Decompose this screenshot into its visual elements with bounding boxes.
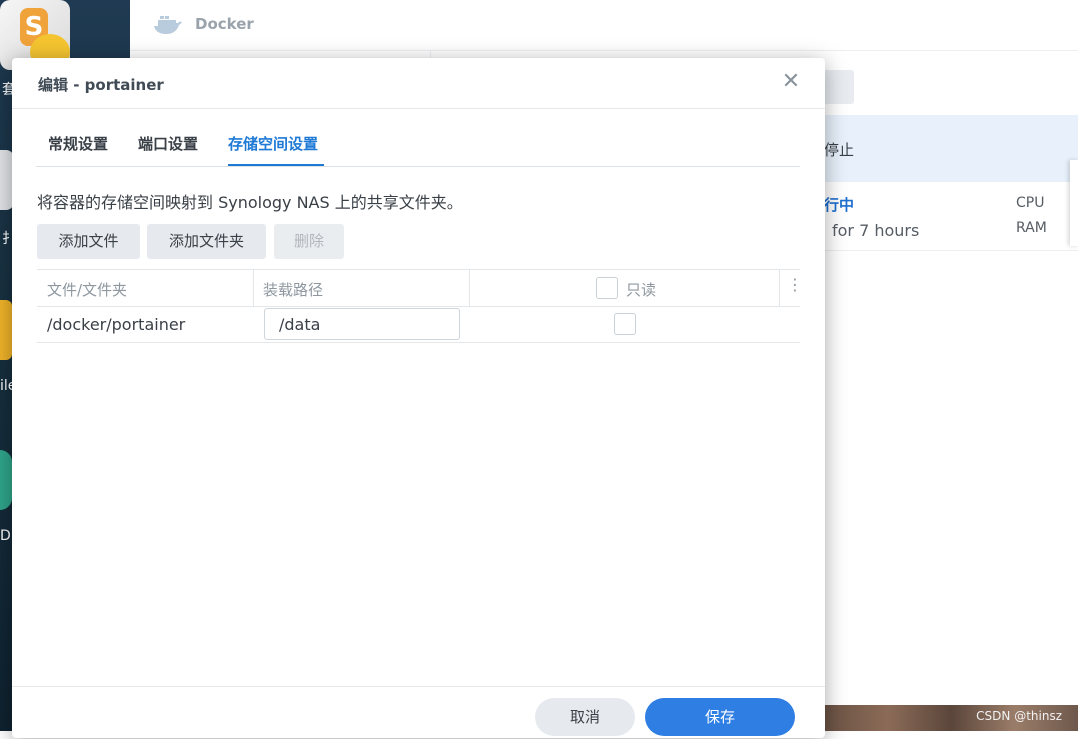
close-icon[interactable]: ✕ [780, 69, 802, 95]
table-header: 文件/文件夹 装载路径 只读 ⋮ [37, 269, 803, 307]
docker-titlebar: Docker [130, 0, 1078, 51]
column-divider [779, 270, 780, 306]
cpu-label: CPU [1016, 195, 1045, 211]
tab-bar: 常规设置 端口设置 存储空间设置 [36, 128, 800, 167]
storage-description: 将容器的存储空间映射到 Synology NAS 上的共享文件夹。 [37, 193, 463, 212]
save-button[interactable]: 保存 [645, 698, 795, 736]
running-status: 行中 [824, 196, 855, 214]
table-row[interactable]: /docker/portainer [37, 306, 800, 343]
add-file-button[interactable]: 添加文件 [37, 224, 140, 259]
docker-title: Docker [195, 15, 254, 33]
column-header-file-folder[interactable]: 文件/文件夹 [47, 279, 127, 300]
app-icon-green[interactable] [0, 450, 12, 510]
tab-ports[interactable]: 端口设置 [138, 133, 198, 154]
readonly-checkbox[interactable] [614, 313, 636, 335]
column-options-icon[interactable]: ⋮ [787, 277, 803, 293]
dialog-header: 编辑 - portainer ✕ [12, 58, 825, 109]
side-panel-edge [1070, 160, 1078, 246]
tab-general[interactable]: 常规设置 [48, 133, 108, 154]
dialog-footer: 取消 保存 [12, 686, 825, 739]
readonly-all-checkbox[interactable] [596, 277, 618, 299]
docker-whale-icon [154, 16, 182, 34]
ram-label: RAM [1016, 220, 1047, 236]
delete-button[interactable]: 删除 [274, 224, 344, 259]
edit-dialog: 编辑 - portainer ✕ 常规设置 端口设置 存储空间设置 将容器的存储… [12, 58, 825, 738]
active-tab-indicator [228, 164, 324, 166]
uptime-text: for 7 hours [832, 221, 920, 240]
stopped-label: 停止 [824, 141, 855, 159]
watermark: CSDN @thinsz [976, 709, 1062, 723]
column-divider [469, 270, 470, 306]
row-file-folder: /docker/portainer [47, 315, 186, 334]
column-divider [253, 270, 254, 306]
dialog-title: 编辑 - portainer [38, 76, 164, 94]
column-header-mount-path[interactable]: 装载路径 [263, 279, 323, 300]
tab-storage[interactable]: 存储空间设置 [228, 133, 318, 154]
column-header-readonly[interactable]: 只读 [626, 279, 656, 300]
folder-icon[interactable] [0, 300, 12, 360]
add-folder-button[interactable]: 添加文件夹 [147, 224, 266, 259]
cancel-button[interactable]: 取消 [535, 698, 635, 736]
mount-path-input[interactable] [264, 308, 460, 340]
